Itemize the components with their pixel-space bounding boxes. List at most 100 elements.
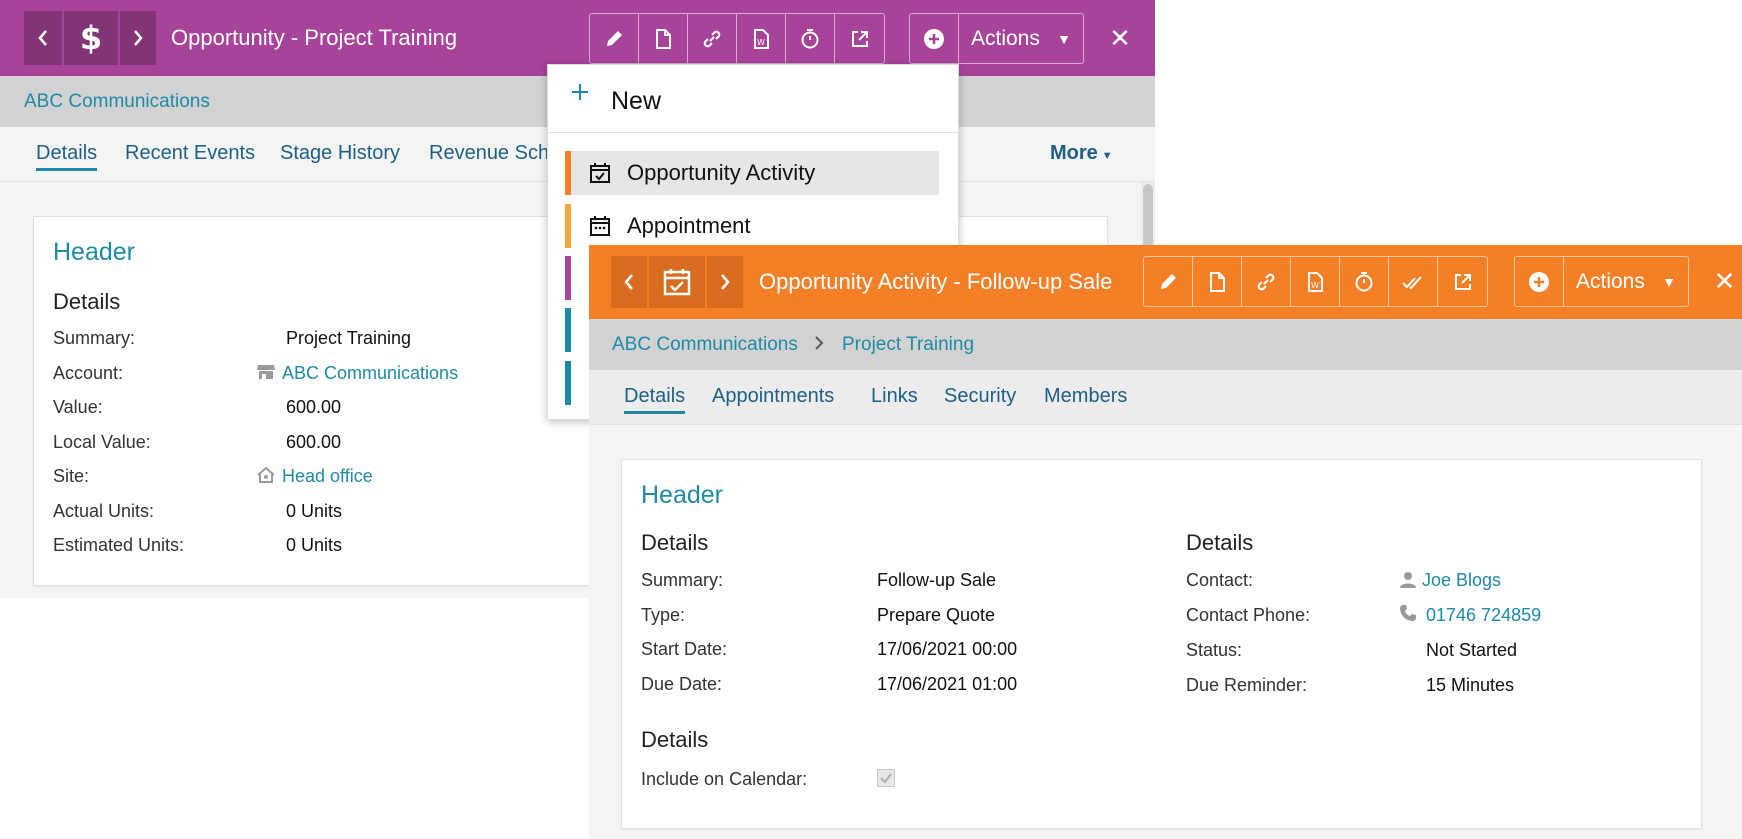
tab-members[interactable]: Members — [1044, 385, 1127, 408]
actions-dropdown[interactable]: Actions ▼ — [959, 14, 1083, 63]
double-check-icon — [1402, 276, 1422, 290]
include-on-calendar-checkbox[interactable] — [877, 769, 895, 787]
menu-item-opportunity-activity[interactable]: Opportunity Activity — [565, 151, 939, 195]
person-icon — [1399, 571, 1417, 589]
actual-units-label: Actual Units: — [53, 501, 155, 521]
open-external-button[interactable] — [835, 14, 884, 63]
word-document-button[interactable]: W — [737, 14, 786, 63]
tab-details[interactable]: Details — [36, 142, 98, 171]
tab-appointments[interactable]: Appointments — [712, 385, 834, 408]
link-button[interactable] — [688, 14, 737, 63]
header-card: Header Details Summary: Follow-up Sale T… — [621, 459, 1702, 829]
external-link-icon — [1454, 274, 1471, 290]
actions-group: Actions ▼ — [1514, 256, 1689, 307]
link-button[interactable] — [1242, 257, 1291, 306]
start-date-value: 17/06/2021 00:00 — [877, 639, 1018, 659]
edit-button[interactable] — [1144, 257, 1193, 306]
section-title-extra: Details — [641, 727, 709, 752]
actions-dropdown[interactable]: Actions ▼ — [1564, 257, 1688, 306]
dollar-icon: $ — [80, 21, 102, 55]
contact-phone-link[interactable]: 01746 724859 — [1426, 605, 1541, 626]
more-label: More — [1050, 142, 1098, 164]
contact-label: Contact: — [1186, 570, 1254, 590]
calendar-check-icon — [663, 269, 691, 296]
stopwatch-icon — [801, 29, 819, 49]
close-icon: ✕ — [1109, 22, 1131, 53]
menu-item-color-bar[interactable] — [565, 308, 571, 352]
complete-button[interactable] — [1389, 257, 1438, 306]
previous-button[interactable] — [24, 11, 62, 65]
menu-divider — [548, 132, 958, 133]
chevron-right-icon — [134, 30, 143, 46]
due-reminder-value: 15 Minutes — [1426, 675, 1515, 695]
pencil-icon — [607, 31, 622, 46]
stopwatch-icon — [1355, 272, 1373, 292]
calendar-icon — [589, 215, 611, 237]
scrollbar-thumb[interactable] — [1143, 184, 1153, 254]
menu-item-label: Appointment — [627, 213, 751, 238]
timer-button[interactable] — [786, 14, 835, 63]
plus-icon — [570, 82, 590, 102]
close-button[interactable]: ✕ — [1707, 257, 1742, 305]
close-button[interactable]: ✕ — [1100, 14, 1140, 62]
contact-link[interactable]: Joe Blogs — [1422, 570, 1501, 591]
new-button[interactable] — [1515, 257, 1564, 306]
menu-item-color-bar[interactable] — [565, 361, 571, 405]
link-icon — [1257, 273, 1275, 291]
card-title: Header — [53, 238, 135, 266]
menu-item-appointment[interactable]: Appointment — [565, 204, 939, 248]
word-document-button[interactable]: W — [1291, 257, 1340, 306]
actions-group: Actions ▼ — [909, 13, 1084, 64]
edit-button[interactable] — [590, 14, 639, 63]
checkmark-icon — [880, 773, 892, 784]
actual-units-value: 0 Units — [286, 501, 343, 521]
summary-value: Project Training — [286, 328, 412, 348]
estimated-units-label: Estimated Units: — [53, 535, 185, 555]
summary-label: Summary: — [53, 328, 136, 348]
menu-item-label: Opportunity Activity — [627, 160, 816, 185]
start-date-label: Start Date: — [641, 639, 728, 659]
previous-button[interactable] — [611, 256, 647, 308]
document-button[interactable] — [639, 14, 688, 63]
tab-details[interactable]: Details — [624, 385, 686, 414]
account-link[interactable]: ABC Communications — [282, 363, 458, 384]
phone-icon — [1399, 604, 1417, 622]
record-toolbar: W — [589, 13, 885, 64]
caret-down-icon: ▼ — [1662, 273, 1676, 290]
next-button[interactable] — [120, 11, 156, 65]
value-value: 600.00 — [286, 397, 342, 417]
menu-item-color-bar — [565, 151, 571, 195]
tab-stage-history[interactable]: Stage History — [280, 142, 400, 165]
more-tabs-button[interactable]: More ▼ — [1050, 142, 1113, 165]
summary-value: Follow-up Sale — [877, 570, 997, 590]
menu-item-color-bar[interactable] — [565, 256, 571, 300]
home-icon — [256, 466, 276, 484]
next-button[interactable] — [707, 256, 743, 308]
external-link-icon — [851, 31, 868, 47]
open-external-button[interactable] — [1438, 257, 1487, 306]
tab-bar: Details Appointments Links Security Memb… — [589, 370, 1742, 425]
breadcrumb-account[interactable]: ABC Communications — [24, 91, 210, 113]
section-title-right: Details — [1186, 530, 1254, 555]
estimated-units-value: 0 Units — [286, 535, 343, 555]
tab-links[interactable]: Links — [871, 385, 918, 408]
svg-text:W: W — [1311, 281, 1319, 290]
document-button[interactable] — [1193, 257, 1242, 306]
new-button[interactable] — [910, 14, 959, 63]
opportunity-record-icon: $ — [64, 11, 118, 65]
actions-label: Actions — [1576, 269, 1645, 293]
breadcrumb-account[interactable]: ABC Communications — [612, 334, 798, 356]
breadcrumb-opportunity[interactable]: Project Training — [842, 334, 974, 356]
tab-security[interactable]: Security — [944, 385, 1016, 408]
tab-recent-events[interactable]: Recent Events — [125, 142, 255, 165]
word-document-icon: W — [1308, 272, 1323, 292]
tab-revenue-schedule[interactable]: Revenue Sch — [429, 142, 549, 165]
menu-item-color-bar — [565, 204, 571, 248]
timer-button[interactable] — [1340, 257, 1389, 306]
account-label: Account: — [53, 363, 124, 383]
summary-label: Summary: — [641, 570, 724, 590]
caret-down-icon: ▼ — [1057, 30, 1071, 47]
site-label: Site: — [53, 466, 90, 486]
site-link[interactable]: Head office — [282, 466, 373, 487]
link-icon — [703, 30, 721, 48]
